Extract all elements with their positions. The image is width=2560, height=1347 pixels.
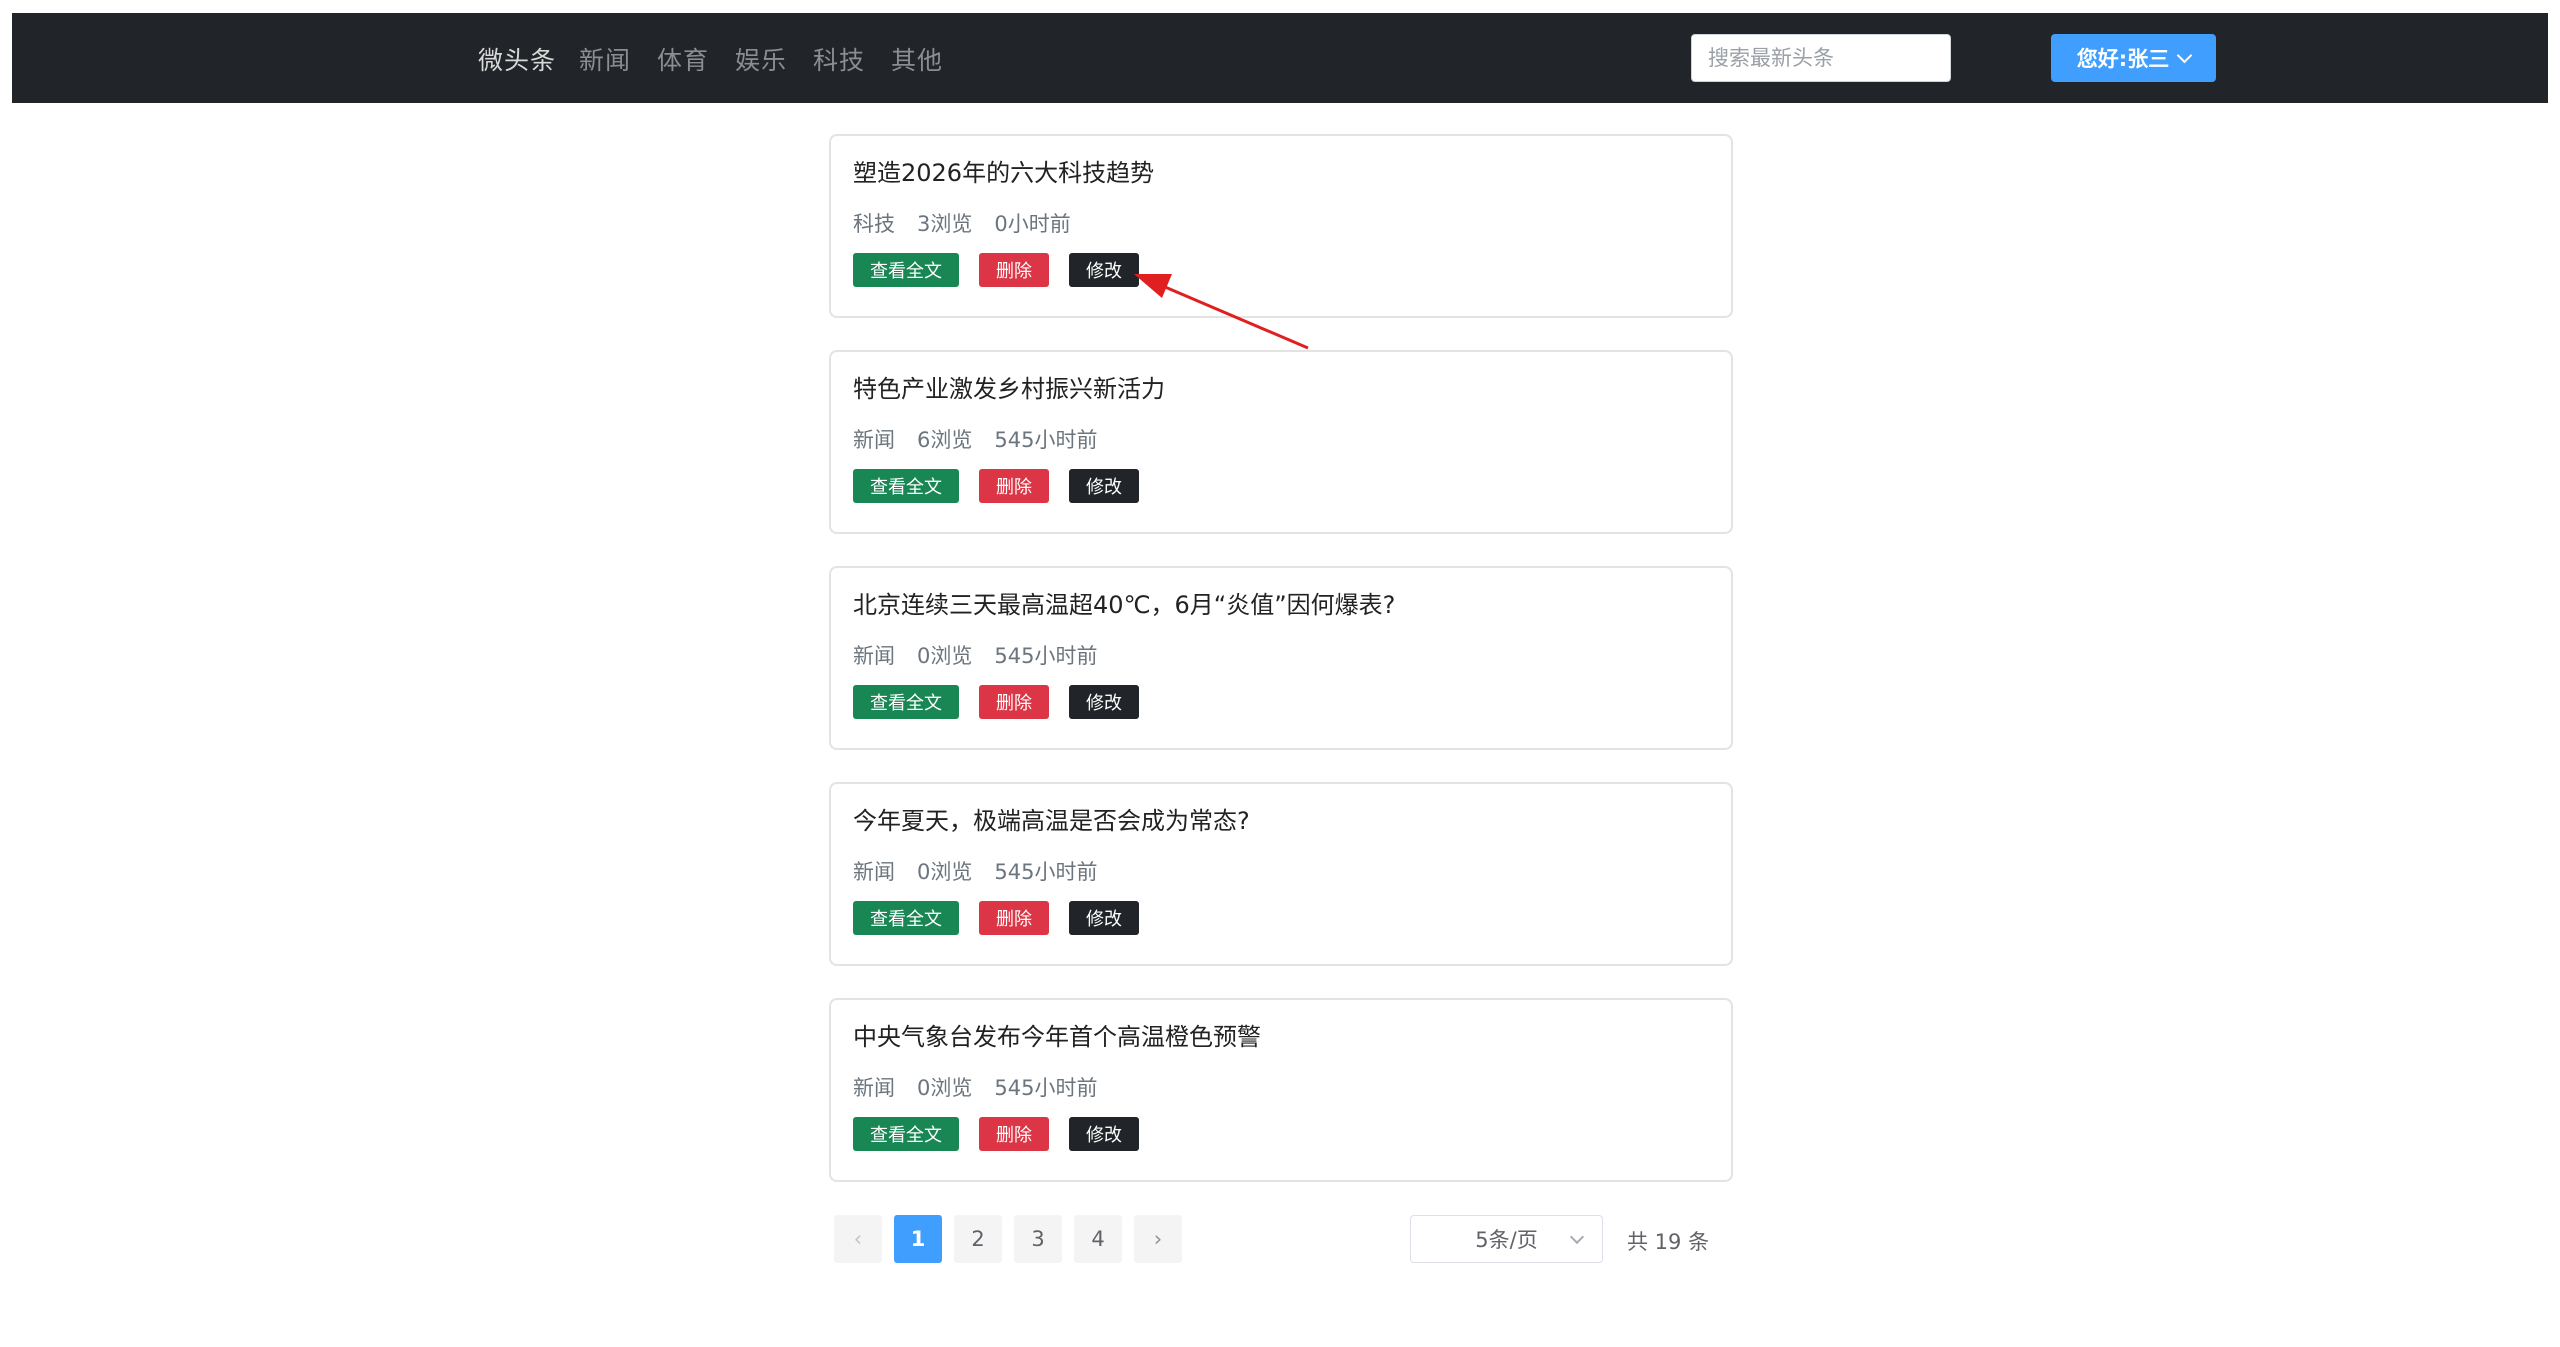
view-full-button[interactable]: 查看全文 bbox=[853, 469, 959, 503]
edit-button[interactable]: 修改 bbox=[1069, 1117, 1139, 1151]
chevron-left-icon: ‹ bbox=[853, 1227, 863, 1251]
article-time: 545小时前 bbox=[994, 1076, 1098, 1100]
brand-logo[interactable]: 微头条 bbox=[478, 41, 556, 77]
article-views: 6浏览 bbox=[917, 428, 973, 452]
article-meta: 科技 3浏览 0小时前 bbox=[853, 208, 1071, 238]
view-full-button[interactable]: 查看全文 bbox=[853, 1117, 959, 1151]
article-meta: 新闻 0浏览 545小时前 bbox=[853, 856, 1097, 886]
article-category: 新闻 bbox=[853, 644, 895, 668]
page-size-select[interactable]: 5条/页 bbox=[1410, 1215, 1603, 1263]
view-full-button[interactable]: 查看全文 bbox=[853, 901, 959, 935]
view-full-button[interactable]: 查看全文 bbox=[853, 685, 959, 719]
delete-button[interactable]: 删除 bbox=[979, 253, 1049, 287]
user-menu-button[interactable]: 您好:张三 bbox=[2051, 34, 2216, 82]
article-title: 中央气象台发布今年首个高温橙色预警 bbox=[853, 1023, 1261, 1051]
page-button-2[interactable]: 2 bbox=[954, 1215, 1002, 1263]
delete-button[interactable]: 删除 bbox=[979, 685, 1049, 719]
chevron-right-icon: › bbox=[1153, 1227, 1163, 1251]
article-card: 北京连续三天最高温超40℃，6月“炎值”因何爆表? 新闻 0浏览 545小时前 … bbox=[829, 566, 1733, 750]
page-button-4[interactable]: 4 bbox=[1074, 1215, 1122, 1263]
edit-button[interactable]: 修改 bbox=[1069, 469, 1139, 503]
article-category: 新闻 bbox=[853, 428, 895, 452]
article-title: 塑造2026年的六大科技趋势 bbox=[853, 159, 1155, 187]
prev-page-button[interactable]: ‹ bbox=[834, 1215, 882, 1263]
nav-link-other[interactable]: 其他 bbox=[891, 41, 943, 77]
edit-button[interactable]: 修改 bbox=[1069, 685, 1139, 719]
article-time: 545小时前 bbox=[994, 644, 1098, 668]
nav-link-sports[interactable]: 体育 bbox=[657, 41, 709, 77]
page-button-3[interactable]: 3 bbox=[1014, 1215, 1062, 1263]
page-size-value: 5条/页 bbox=[1475, 1228, 1538, 1252]
edit-button[interactable]: 修改 bbox=[1069, 901, 1139, 935]
view-full-button[interactable]: 查看全文 bbox=[853, 253, 959, 287]
search-input[interactable] bbox=[1691, 34, 1951, 82]
article-time: 545小时前 bbox=[994, 428, 1098, 452]
article-title: 特色产业激发乡村振兴新活力 bbox=[853, 375, 1165, 403]
article-time: 545小时前 bbox=[994, 860, 1098, 884]
nav-link-entertainment[interactable]: 娱乐 bbox=[735, 41, 787, 77]
article-meta: 新闻 0浏览 545小时前 bbox=[853, 1072, 1097, 1102]
article-views: 0浏览 bbox=[917, 860, 973, 884]
delete-button[interactable]: 删除 bbox=[979, 901, 1049, 935]
total-count: 共 19 条 bbox=[1627, 1230, 1710, 1254]
article-card: 今年夏天，极端高温是否会成为常态? 新闻 0浏览 545小时前 查看全文 删除 … bbox=[829, 782, 1733, 966]
article-card: 特色产业激发乡村振兴新活力 新闻 6浏览 545小时前 查看全文 删除 修改 bbox=[829, 350, 1733, 534]
article-meta: 新闻 6浏览 545小时前 bbox=[853, 424, 1097, 454]
top-navbar: 微头条 新闻 体育 娱乐 科技 其他 您好:张三 bbox=[12, 13, 2548, 103]
article-card: 中央气象台发布今年首个高温橙色预警 新闻 0浏览 545小时前 查看全文 删除 … bbox=[829, 998, 1733, 1182]
article-views: 0浏览 bbox=[917, 1076, 973, 1100]
article-title: 今年夏天，极端高温是否会成为常态? bbox=[853, 807, 1250, 835]
article-views: 0浏览 bbox=[917, 644, 973, 668]
article-time: 0小时前 bbox=[994, 212, 1071, 236]
edit-button[interactable]: 修改 bbox=[1069, 253, 1139, 287]
user-greeting: 您好:张三 bbox=[2076, 47, 2170, 71]
nav-link-tech[interactable]: 科技 bbox=[813, 41, 865, 77]
next-page-button[interactable]: › bbox=[1134, 1215, 1182, 1263]
chevron-down-icon bbox=[1569, 1229, 1585, 1245]
delete-button[interactable]: 删除 bbox=[979, 1117, 1049, 1151]
article-card: 塑造2026年的六大科技趋势 科技 3浏览 0小时前 查看全文 删除 修改 bbox=[829, 134, 1733, 318]
article-meta: 新闻 0浏览 545小时前 bbox=[853, 640, 1097, 670]
article-category: 新闻 bbox=[853, 860, 895, 884]
page-button-1[interactable]: 1 bbox=[894, 1215, 942, 1263]
article-title: 北京连续三天最高温超40℃，6月“炎值”因何爆表? bbox=[853, 591, 1396, 619]
nav-link-news[interactable]: 新闻 bbox=[579, 41, 631, 77]
article-category: 科技 bbox=[853, 212, 895, 236]
article-category: 新闻 bbox=[853, 1076, 895, 1100]
chevron-down-icon bbox=[2176, 47, 2193, 63]
article-views: 3浏览 bbox=[917, 212, 973, 236]
delete-button[interactable]: 删除 bbox=[979, 469, 1049, 503]
